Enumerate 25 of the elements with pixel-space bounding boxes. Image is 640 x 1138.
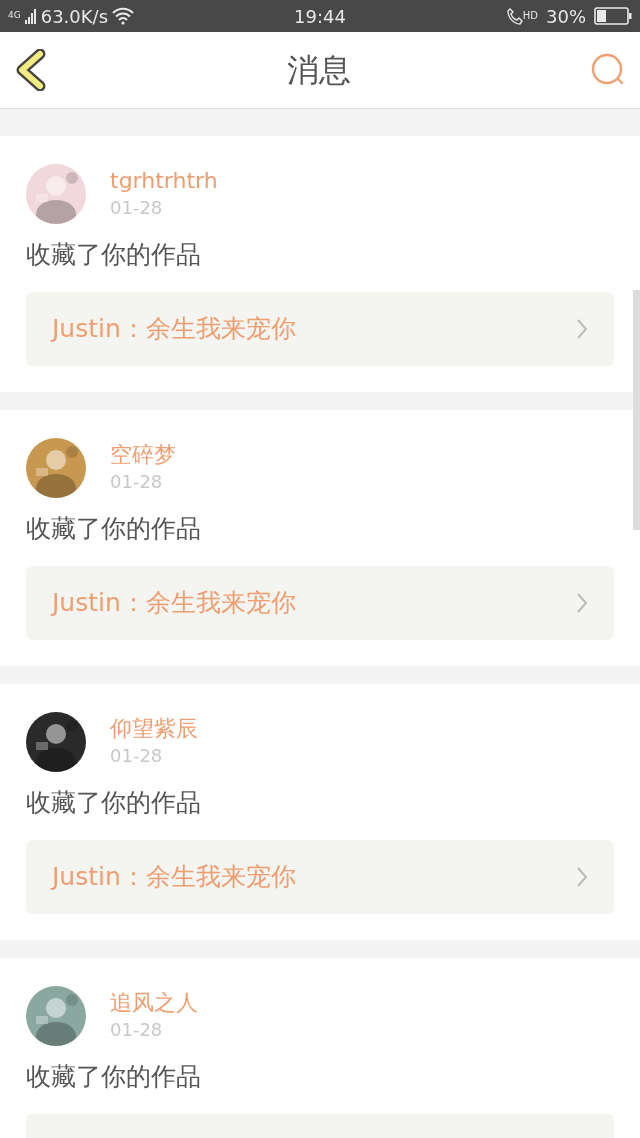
chevron-icon — [576, 592, 588, 614]
network-speed: 63.0K/s — [40, 4, 109, 29]
battery-icon — [594, 7, 632, 25]
work-link[interactable]: Justin：余生我来宠你 — [26, 566, 614, 640]
username[interactable]: 追风之人 — [110, 989, 198, 1017]
chevron-icon — [576, 866, 588, 888]
wifi-icon — [112, 7, 135, 25]
work-link[interactable]: Justin：余生我来宠你 — [26, 840, 614, 914]
battery-percentage: 30% — [546, 4, 586, 29]
phone-icon — [506, 7, 523, 25]
username[interactable]: 空碎梦 — [110, 441, 176, 469]
message-text: 收藏了你的作品 — [26, 239, 202, 271]
signal-icon — [24, 8, 37, 24]
username[interactable]: tgrhtrhtrh — [110, 167, 218, 195]
network-type: 4G — [8, 8, 21, 22]
username[interactable]: 仰望紫辰 — [110, 715, 198, 743]
work-link[interactable]: Justin：余生我来宠你 — [26, 292, 614, 366]
back-button[interactable] — [14, 49, 48, 91]
page-title: 消息 — [287, 50, 351, 91]
message-text: 收藏了你的作品 — [26, 787, 202, 819]
message-text: 收藏了你的作品 — [26, 513, 202, 545]
chevron-icon — [576, 318, 588, 340]
message-text: 收藏了你的作品 — [26, 1061, 202, 1093]
hd-label: HD — [522, 8, 538, 23]
clock: 19:44 — [294, 4, 346, 29]
